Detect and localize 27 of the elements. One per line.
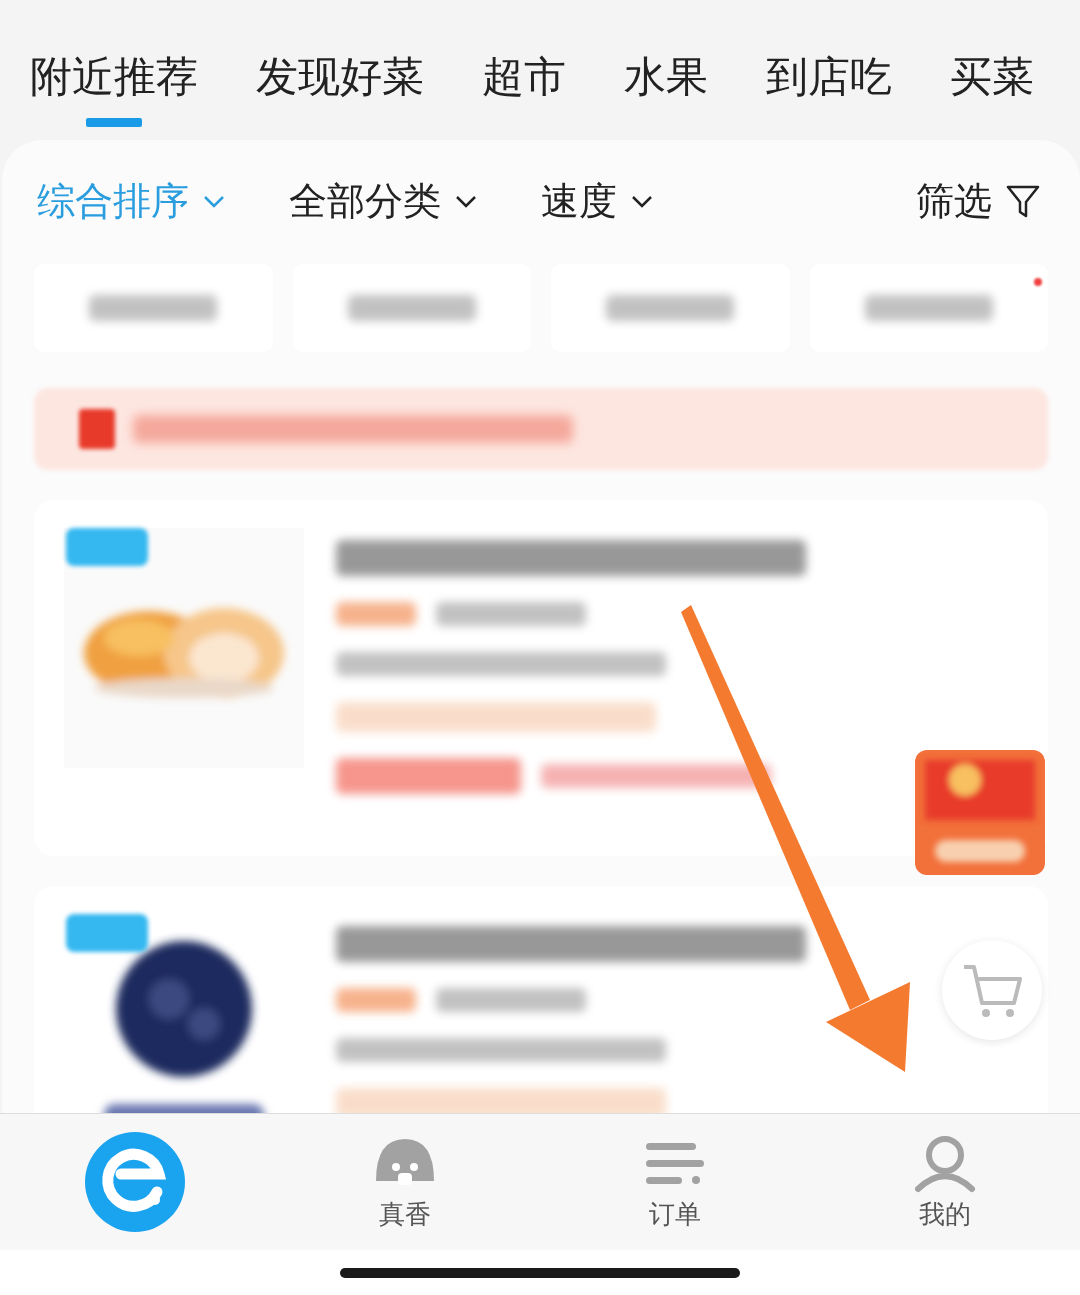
tab-bar-item[interactable]: 我的 [810, 1114, 1080, 1250]
quick-filter-chip[interactable] [551, 264, 790, 352]
tab-bar-item[interactable]: 订单 [540, 1114, 810, 1250]
category-tab[interactable]: 水果 [624, 50, 708, 127]
category-tab[interactable]: 到店吃 [766, 50, 892, 127]
category-tab[interactable]: 发现好菜 [256, 50, 424, 127]
store-card[interactable] [34, 886, 1048, 1113]
quick-filter-chip[interactable] [34, 264, 273, 352]
tab-bar-item[interactable]: 真香 [270, 1114, 540, 1250]
chevron-down-icon [631, 193, 653, 209]
category-tab[interactable]: 超市 [482, 50, 566, 127]
tab-underline [86, 118, 142, 127]
chevron-down-icon [203, 193, 225, 209]
notification-dot [1034, 278, 1042, 286]
chevron-down-icon [455, 193, 477, 209]
quick-filter-chip[interactable] [292, 264, 531, 352]
app-logo-icon [85, 1132, 185, 1232]
promo-banner[interactable] [34, 388, 1048, 470]
home-indicator[interactable] [340, 1267, 740, 1278]
sort-dropdown[interactable]: 全部分类 [289, 175, 477, 227]
funnel-icon [1006, 184, 1040, 218]
category-tab[interactable]: 买菜 [950, 50, 1034, 127]
quick-filter-chip[interactable] [809, 264, 1048, 352]
filter-button[interactable]: 筛选 [916, 175, 1040, 227]
category-tab[interactable]: 附近推荐 [30, 50, 198, 127]
envelope-icon [79, 409, 115, 449]
sort-dropdown[interactable]: 速度 [541, 175, 653, 227]
